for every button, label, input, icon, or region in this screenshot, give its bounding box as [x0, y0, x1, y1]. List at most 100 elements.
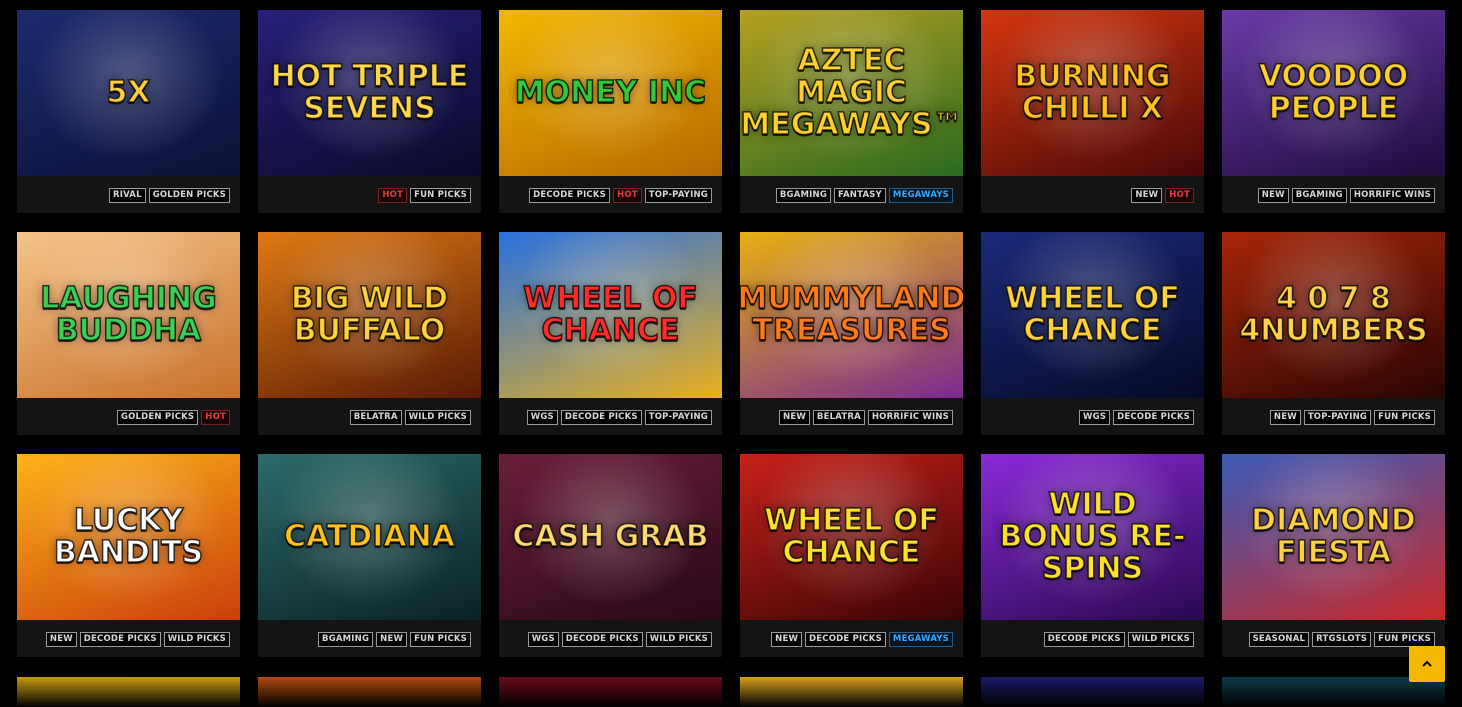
- game-thumbnail[interactable]: Aztec Magic Megaways™: [740, 10, 963, 176]
- tag-fun-picks[interactable]: FUN PICKS: [410, 188, 471, 203]
- game-thumbnail[interactable]: Wheel of Chance: [499, 232, 722, 398]
- game-thumbnail[interactable]: Diamond Fiesta: [1222, 454, 1445, 620]
- game-thumbnail[interactable]: 4 0 7 8 4Numbers: [1222, 232, 1445, 398]
- game-card[interactable]: Voodoo People NEW BGAMING HORRIFIC WINS: [1222, 10, 1445, 213]
- tag-wild-picks[interactable]: WILD PICKS: [645, 632, 712, 647]
- game-thumbnail[interactable]: Cash Grab: [499, 454, 722, 620]
- tag-wgs[interactable]: WGS: [1079, 410, 1111, 425]
- tag-wild-picks[interactable]: WILD PICKS: [1127, 632, 1194, 647]
- tag-new[interactable]: NEW: [779, 410, 810, 425]
- game-card[interactable]: Wild Bonus Re-Spins DECODE PICKS WILD PICK…: [981, 454, 1204, 657]
- tag-decode-picks[interactable]: DECODE PICKS: [1043, 632, 1125, 647]
- scroll-to-top-button[interactable]: [1409, 646, 1445, 682]
- game-tags: BELATRA WILD PICKS: [349, 410, 471, 425]
- tag-decode-picks[interactable]: DECODE PICKS: [79, 632, 161, 647]
- tag-wild-picks[interactable]: WILD PICKS: [163, 632, 230, 647]
- tag-bgaming[interactable]: BGAMING: [1291, 188, 1347, 203]
- game-thumbnail[interactable]: Laughing Buddha: [17, 232, 240, 398]
- tag-rtgslots[interactable]: RTGSLOTS: [1312, 632, 1372, 647]
- game-title: Hot Triple Sevens: [270, 59, 469, 126]
- tag-new[interactable]: NEW: [1269, 410, 1301, 425]
- game-tags: WGS DECODE PICKS WILD PICKS: [527, 632, 712, 647]
- tag-wgs[interactable]: WGS: [526, 410, 558, 425]
- tag-top-paying[interactable]: TOP-PAYING: [644, 410, 712, 425]
- game-thumbnail[interactable]: Wheel of Chance: [740, 454, 963, 620]
- game-card-partial[interactable]: [981, 677, 1204, 707]
- tag-bgaming[interactable]: BGAMING: [775, 188, 831, 203]
- tag-golden-picks[interactable]: GOLDEN PICKS: [148, 188, 230, 203]
- game-card-partial[interactable]: [499, 677, 722, 707]
- tag-decode-picks[interactable]: DECODE PICKS: [529, 188, 610, 203]
- tag-new[interactable]: NEW: [45, 632, 77, 647]
- game-card[interactable]: Wheel of Chance NEW DECODE PICKS MEGAWAYS: [740, 454, 963, 657]
- game-thumbnail[interactable]: Wheel of Chance: [981, 232, 1204, 398]
- tag-horrific-wins[interactable]: HORRIFIC WINS: [1349, 188, 1435, 203]
- game-card[interactable]: 4 0 7 8 4Numbers NEW TOP-PAYING FUN PICKS: [1222, 232, 1445, 435]
- tag-new[interactable]: NEW: [1131, 188, 1163, 203]
- tag-decode-picks[interactable]: DECODE PICKS: [1113, 410, 1194, 425]
- game-card[interactable]: Mummyland Treasures NEW BELATRA HORRIFIC WI…: [740, 232, 963, 435]
- game-thumbnail[interactable]: Burning Chilli X: [981, 10, 1204, 176]
- game-tags: DECODE PICKS HOT TOP-PAYING: [529, 188, 712, 203]
- game-thumbnail[interactable]: Money Inc: [499, 10, 722, 176]
- game-tags: NEW BGAMING HORRIFIC WINS: [1257, 188, 1435, 203]
- game-card[interactable]: Wheel of Chance WGS DECODE PICKS TOP-PAYING: [499, 232, 722, 435]
- game-thumbnail[interactable]: Mummyland Treasures: [740, 232, 963, 398]
- game-thumbnail[interactable]: Big Wild Buffalo: [258, 232, 481, 398]
- game-thumbnail[interactable]: Hot Triple Sevens: [258, 10, 481, 176]
- tag-belatra[interactable]: BELATRA: [349, 410, 402, 425]
- tag-wild-picks[interactable]: WILD PICKS: [404, 410, 471, 425]
- game-card[interactable]: Cash Grab WGS DECODE PICKS WILD PICKS: [499, 454, 722, 657]
- game-thumbnail[interactable]: Wild Bonus Re-Spins: [981, 454, 1204, 620]
- tag-fantasy[interactable]: FANTASY: [834, 188, 886, 203]
- tag-fun-picks[interactable]: FUN PICKS: [1374, 410, 1435, 425]
- game-card[interactable]: 5x RIVAL GOLDEN PICKS: [17, 10, 240, 213]
- game-card[interactable]: Lucky Bandits NEW DECODE PICKS WILD PICKS: [17, 454, 240, 657]
- tag-hot[interactable]: HOT: [378, 188, 408, 203]
- tag-new[interactable]: NEW: [1257, 188, 1289, 203]
- tag-decode-picks[interactable]: DECODE PICKS: [561, 632, 643, 647]
- tag-fun-picks[interactable]: FUN PICKS: [410, 632, 471, 647]
- game-card[interactable]: Hot Triple Sevens HOT FUN PICKS: [258, 10, 481, 213]
- game-card-partial[interactable]: [740, 677, 963, 707]
- game-tags: GOLDEN PICKS HOT: [116, 410, 230, 425]
- tag-hot[interactable]: HOT: [1165, 188, 1194, 203]
- tag-new[interactable]: NEW: [771, 632, 803, 647]
- game-card[interactable]: Money Inc DECODE PICKS HOT TOP-PAYING: [499, 10, 722, 213]
- tag-horrific-wins[interactable]: HORRIFIC WINS: [867, 410, 953, 425]
- game-card-partial[interactable]: [258, 677, 481, 707]
- tag-decode-picks[interactable]: DECODE PICKS: [805, 632, 886, 647]
- games-grid-next-row: [17, 677, 1445, 707]
- tag-top-paying[interactable]: TOP-PAYING: [1303, 410, 1372, 425]
- tag-megaways[interactable]: MEGAWAYS: [888, 188, 953, 203]
- tag-new[interactable]: NEW: [376, 632, 408, 647]
- game-card[interactable]: Big Wild Buffalo BELATRA WILD PICKS: [258, 232, 481, 435]
- game-thumbnail[interactable]: Catdiana: [258, 454, 481, 620]
- tag-seasonal[interactable]: SEASONAL: [1248, 632, 1310, 647]
- game-card[interactable]: Catdiana BGAMING NEW FUN PICKS: [258, 454, 481, 657]
- game-thumbnail[interactable]: Voodoo People: [1222, 10, 1445, 176]
- game-thumbnail[interactable]: 5x: [17, 10, 240, 176]
- game-card-partial[interactable]: [17, 677, 240, 707]
- game-tags: HOT FUN PICKS: [378, 188, 471, 203]
- tag-top-paying[interactable]: TOP-PAYING: [644, 188, 712, 203]
- game-card[interactable]: Aztec Magic Megaways™ BGAMING FANTASY MEGAW…: [740, 10, 963, 213]
- games-grid: 5x RIVAL GOLDEN PICKS Hot Triple Sevens HOT F…: [17, 10, 1445, 657]
- game-tags: NEW DECODE PICKS MEGAWAYS: [771, 632, 953, 647]
- game-card[interactable]: Laughing Buddha GOLDEN PICKS HOT: [17, 232, 240, 435]
- game-card[interactable]: Wheel of Chance WGS DECODE PICKS: [981, 232, 1204, 435]
- game-thumbnail[interactable]: Lucky Bandits: [17, 454, 240, 620]
- tag-decode-picks[interactable]: DECODE PICKS: [560, 410, 642, 425]
- tag-wgs[interactable]: WGS: [527, 632, 559, 647]
- tag-golden-picks[interactable]: GOLDEN PICKS: [116, 410, 199, 425]
- tag-bgaming[interactable]: BGAMING: [318, 632, 374, 647]
- tag-fun-picks[interactable]: FUN PICKS: [1374, 632, 1435, 647]
- tag-megaways[interactable]: MEGAWAYS: [888, 632, 953, 647]
- tag-belatra[interactable]: BELATRA: [812, 410, 865, 425]
- tag-hot[interactable]: HOT: [201, 410, 230, 425]
- tag-rival[interactable]: RIVAL: [108, 188, 146, 203]
- game-card[interactable]: Burning Chilli X NEW HOT: [981, 10, 1204, 213]
- tag-hot[interactable]: HOT: [612, 188, 642, 203]
- game-card[interactable]: Diamond Fiesta SEASONAL RTGSLOTS FUN PICKS: [1222, 454, 1445, 657]
- game-tags: DECODE PICKS WILD PICKS: [1043, 632, 1194, 647]
